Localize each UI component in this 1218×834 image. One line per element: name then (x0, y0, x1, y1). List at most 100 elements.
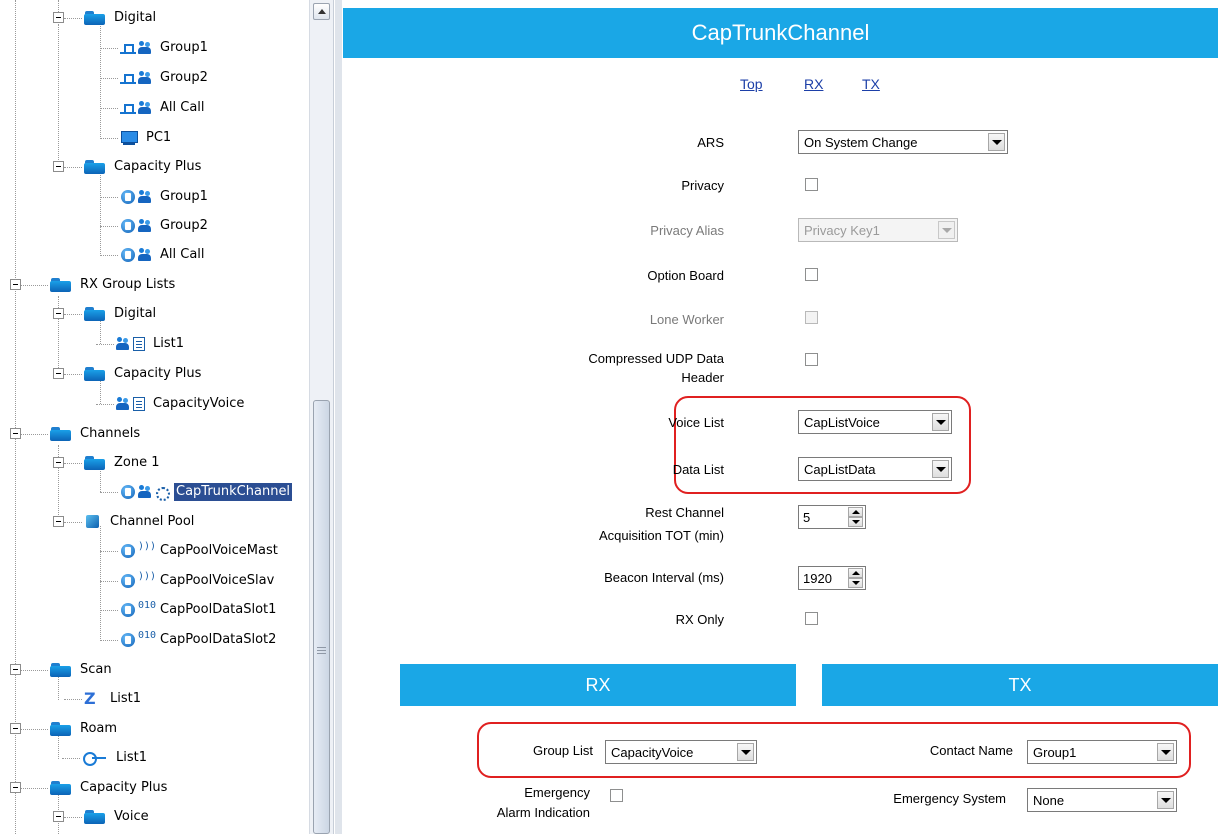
rest-channel-spinner[interactable]: 5 (798, 505, 866, 529)
lone-worker-checkbox[interactable] (805, 311, 818, 324)
ars-select[interactable]: On System Change (798, 130, 1008, 154)
voice-list-value: CapListVoice (804, 415, 880, 430)
collapse-toggle-icon[interactable] (53, 161, 64, 172)
chevron-down-icon[interactable] (1157, 791, 1174, 809)
privacy-alias-value: Privacy Key1 (804, 223, 880, 238)
chevron-down-icon[interactable] (988, 133, 1005, 151)
collapse-toggle-icon[interactable] (10, 428, 21, 439)
collapse-toggle-icon[interactable] (10, 664, 21, 675)
tree-node[interactable]: List1 (116, 334, 186, 354)
tree-node[interactable]: Digital (84, 304, 158, 324)
tree-node[interactable]: Voice (84, 807, 151, 827)
collapse-toggle-icon[interactable] (10, 279, 21, 290)
scroll-up-arrow-icon[interactable] (313, 3, 330, 20)
beacon-interval-spinner[interactable]: 1920 (798, 566, 866, 590)
tree-guide-line (58, 296, 59, 368)
tree-node[interactable]: Capacity Plus (84, 364, 203, 384)
tree-node[interactable]: PC1 (120, 128, 173, 148)
collapse-toggle-icon[interactable] (53, 457, 64, 468)
tree-node-label: CapPoolDataSlot1 (160, 602, 277, 617)
emergency-alarm-checkbox[interactable] (610, 789, 623, 802)
tree-node[interactable]: ))) CapPoolVoiceSlav (120, 571, 276, 591)
splitter[interactable] (335, 0, 342, 834)
collapse-toggle-icon[interactable] (53, 811, 64, 822)
tree-scrollbar[interactable] (309, 0, 334, 834)
chevron-down-icon[interactable] (932, 460, 949, 478)
group-list-select[interactable]: CapacityVoice (605, 740, 757, 764)
group-list-label: Group List (533, 743, 593, 758)
tree-node[interactable]: CapTrunkChannel (120, 482, 293, 502)
tree-node[interactable]: Capacity Plus (50, 778, 169, 798)
tree-node[interactable]: ))) CapPoolVoiceMast (120, 541, 280, 561)
tree-node[interactable]: All Call (120, 245, 207, 265)
contact-name-value: Group1 (1033, 745, 1077, 760)
voice-list-select[interactable]: CapListVoice (798, 410, 952, 434)
spin-up-icon[interactable] (848, 568, 863, 578)
collapse-toggle-icon[interactable] (10, 723, 21, 734)
tree-node[interactable]: Z List1 (84, 689, 143, 709)
tree-node[interactable]: Channel Pool (84, 512, 196, 532)
option-board-label: Option Board (647, 268, 724, 283)
contact-name-select[interactable]: Group1 (1027, 740, 1177, 764)
tree-view[interactable]: Digital Group1 Group2 All Call PC1 Capacity P… (0, 0, 308, 834)
tree-node[interactable]: Group2 (120, 68, 210, 88)
rx-only-checkbox[interactable] (805, 612, 818, 625)
tree-guide-line (100, 48, 118, 49)
tree-node[interactable]: Scan (50, 660, 114, 680)
ars-value: On System Change (804, 135, 918, 150)
beacon-interval-label: Beacon Interval (ms) (604, 570, 724, 585)
tree-guide-line (21, 434, 48, 435)
spin-down-icon[interactable] (848, 578, 863, 588)
chevron-down-icon[interactable] (1157, 743, 1174, 761)
chevron-down-icon[interactable] (938, 221, 955, 239)
chevron-down-icon[interactable] (932, 413, 949, 431)
voice-waves-icon: ))) (138, 571, 157, 582)
group-people-icon (138, 485, 152, 499)
data-list-value: CapListData (804, 462, 876, 477)
compressed-udp-checkbox[interactable] (805, 353, 818, 366)
tree-node[interactable]: Digital (84, 8, 158, 28)
group-people-icon (138, 71, 152, 85)
scrollbar-thumb[interactable] (313, 400, 330, 834)
chevron-down-icon[interactable] (737, 743, 754, 761)
collapse-toggle-icon[interactable] (53, 516, 64, 527)
privacy-alias-select[interactable]: Privacy Key1 (798, 218, 958, 242)
collapse-toggle-icon[interactable] (53, 308, 64, 319)
tree-node-label: Capacity Plus (114, 366, 202, 381)
group-people-icon (138, 101, 152, 115)
emergency-system-value: None (1033, 793, 1065, 808)
tree-node[interactable]: 010 CapPoolDataSlot2 (120, 630, 278, 650)
tree-node[interactable]: Channels (50, 424, 142, 444)
spin-up-icon[interactable] (848, 507, 863, 517)
nav-link-rx[interactable]: RX (804, 76, 823, 92)
nav-link-tx[interactable]: TX (862, 76, 880, 92)
tree-node[interactable]: 010 CapPoolDataSlot1 (120, 600, 278, 620)
option-board-checkbox[interactable] (805, 268, 818, 281)
compressed-udp-label-line2: Header (681, 370, 724, 385)
tree-node[interactable]: Capacity Plus (84, 157, 203, 177)
tree-guide-line (58, 0, 59, 12)
collapse-toggle-icon[interactable] (10, 782, 21, 793)
data-bits-icon: 010 (138, 600, 157, 611)
data-list-select[interactable]: CapListData (798, 457, 952, 481)
collapse-toggle-icon[interactable] (53, 12, 64, 23)
collapse-toggle-icon[interactable] (53, 368, 64, 379)
tree-node[interactable]: Group1 (120, 38, 210, 58)
spin-down-icon[interactable] (848, 517, 863, 527)
privacy-checkbox[interactable] (805, 178, 818, 191)
tree-node[interactable]: CapacityVoice (116, 394, 246, 414)
tree-guide-line (100, 197, 118, 198)
tree-node[interactable]: Group1 (120, 187, 210, 207)
nav-link-top[interactable]: Top (740, 76, 763, 92)
tree-node[interactable]: RX Group Lists (50, 275, 177, 295)
tree-node[interactable]: Roam (50, 719, 119, 739)
tree-node[interactable]: List1 (82, 748, 149, 768)
tree-guide-line (100, 640, 118, 641)
emergency-system-select[interactable]: None (1027, 788, 1177, 812)
scan-list-icon: Z (84, 689, 96, 708)
tree-node[interactable]: All Call (120, 98, 207, 118)
data-list-label: Data List (672, 462, 724, 477)
tree-node-label: CapPoolVoiceMast (160, 543, 278, 558)
tree-node[interactable]: Group2 (120, 216, 210, 236)
tree-node[interactable]: Zone 1 (84, 453, 162, 473)
